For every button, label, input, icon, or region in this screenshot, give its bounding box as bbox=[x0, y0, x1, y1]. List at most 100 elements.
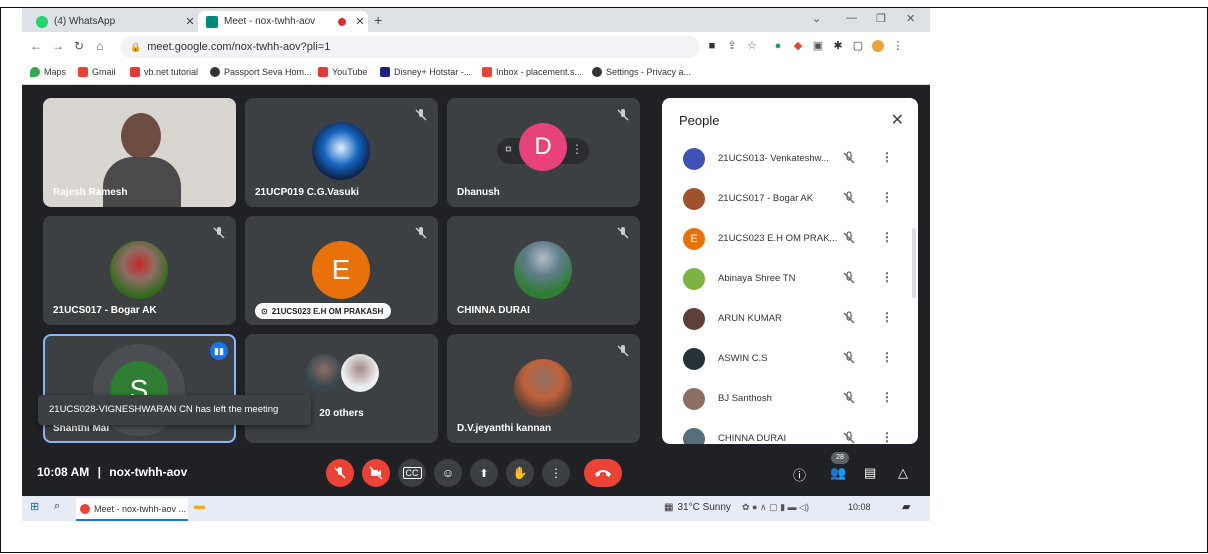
camera-toggle-button[interactable] bbox=[362, 459, 390, 487]
avatar bbox=[683, 308, 705, 330]
mic-toggle-button[interactable] bbox=[326, 459, 354, 487]
more-options-icon[interactable]: ⋮ bbox=[881, 390, 893, 404]
bookmark-star-icon[interactable]: ☆ bbox=[746, 40, 758, 52]
bookmarks-bar: Maps Gmail vb.net tutorial Passport Seva… bbox=[22, 62, 930, 85]
taskbar-chrome-app[interactable]: Meet - nox-twhh-aov ... bbox=[76, 498, 188, 521]
share-icon[interactable]: ⇪ bbox=[726, 40, 738, 52]
people-list-item[interactable]: BJ Santhosh ⋮ bbox=[662, 380, 918, 420]
people-list-item[interactable]: ASWIN C.S ⋮ bbox=[662, 340, 918, 380]
weather-widget[interactable]: ▦ 31°C Sunny bbox=[664, 502, 731, 513]
activities-icon[interactable]: △ bbox=[898, 465, 908, 481]
profile-avatar[interactable] bbox=[872, 40, 884, 52]
extension-icon[interactable]: ◆ bbox=[792, 40, 804, 52]
people-list-item[interactable]: 21UCS017 - Bogar AK ⋮ bbox=[662, 180, 918, 220]
more-options-icon[interactable]: ⋮ bbox=[881, 190, 893, 204]
menu-icon[interactable]: ⋮ bbox=[892, 40, 904, 52]
extensions-puzzle-icon[interactable]: ✱ bbox=[832, 40, 844, 52]
system-tray-icons[interactable]: ✿ ● ∧ ▢ ▮ ▬ ◁) bbox=[742, 502, 809, 513]
recording-dot-icon bbox=[338, 17, 346, 26]
participant-name: 21UCS013- Venkateshw... bbox=[718, 153, 829, 164]
participant-tile[interactable]: 21UCS017 - Bogar AK bbox=[43, 216, 236, 325]
bookmark-gmail[interactable]: Gmail bbox=[78, 67, 116, 77]
file-explorer-icon[interactable]: ▬ bbox=[194, 500, 205, 512]
home-icon[interactable]: ⌂ bbox=[96, 39, 103, 53]
participant-tile[interactable]: 21UCP019 C.G.Vasuki bbox=[245, 98, 438, 207]
left-meeting-notification: 21UCS028-VIGNESHWARAN CN has left the me… bbox=[38, 395, 311, 425]
extension-icon[interactable]: ▣ bbox=[812, 40, 824, 52]
globe-icon bbox=[210, 67, 220, 77]
participant-tile[interactable]: E ⊙ 21UCS023 E.H OM PRAKASH bbox=[245, 216, 438, 325]
url-field[interactable]: 🔒 meet.google.com/nox-twhh-aov?pli=1 bbox=[120, 36, 700, 58]
participant-tile[interactable]: ¤ ⋮ D Dhanush bbox=[447, 98, 640, 207]
participant-count-badge: 28 bbox=[831, 452, 849, 464]
sidepanel-icon[interactable]: ▢ bbox=[852, 40, 864, 52]
others-tile[interactable]: 20 others bbox=[245, 334, 438, 443]
bookmark-passport[interactable]: Passport Seva Hom... bbox=[210, 67, 312, 77]
mic-off-icon bbox=[415, 109, 427, 121]
chat-icon[interactable]: ▤ bbox=[864, 465, 876, 481]
meeting-details-icon[interactable]: ⓘ bbox=[793, 465, 806, 484]
avatar bbox=[683, 268, 705, 290]
camera-indicator-icon[interactable]: ■ bbox=[706, 40, 718, 52]
bookmark-inbox[interactable]: Inbox - placement.s... bbox=[482, 67, 582, 77]
emoji-reaction-button[interactable]: ☺ bbox=[434, 459, 462, 487]
bookmark-hotstar[interactable]: Disney+ Hotstar -... bbox=[380, 67, 471, 77]
gear-icon bbox=[592, 67, 602, 77]
tab-whatsapp[interactable]: (4) WhatsApp ✕ bbox=[28, 11, 198, 32]
people-list-item[interactable]: E 21UCS023 E.H OM PRAK... ⋮ bbox=[662, 220, 918, 260]
restore-button[interactable]: ❐ bbox=[876, 12, 886, 25]
people-list-item[interactable]: Abinaya Shree TN ⋮ bbox=[662, 260, 918, 300]
close-window-button[interactable]: ✕ bbox=[906, 12, 915, 25]
minimize-button[interactable]: — bbox=[846, 12, 857, 24]
captions-button[interactable]: CC bbox=[398, 459, 426, 487]
more-options-icon[interactable]: ⋮ bbox=[881, 350, 893, 364]
participant-tile[interactable]: D.V.jeyanthi kannan bbox=[447, 334, 640, 443]
bookmark-settings[interactable]: Settings - Privacy a... bbox=[592, 67, 691, 77]
new-tab-button[interactable]: + bbox=[374, 12, 382, 28]
participant-tile[interactable]: Rajesh Ramesh bbox=[43, 98, 236, 207]
close-panel-button[interactable]: ✕ bbox=[891, 110, 904, 130]
participant-tile[interactable]: CHINNA DURAI bbox=[447, 216, 640, 325]
more-options-icon[interactable]: ⋮ bbox=[881, 430, 893, 444]
bookmark-maps[interactable]: Maps bbox=[30, 67, 66, 77]
participant-name: CHINNA DURAI bbox=[718, 433, 787, 444]
hang-up-icon bbox=[595, 470, 611, 477]
more-options-icon[interactable]: ⋮ bbox=[881, 230, 893, 244]
participant-tile-speaking[interactable]: ▮▮ S Shanthi Mai bbox=[43, 334, 236, 443]
people-list-item[interactable]: ARUN KUMAR ⋮ bbox=[662, 300, 918, 340]
participant-name: Rajesh Ramesh bbox=[53, 187, 128, 198]
people-list-item[interactable]: CHINNA DURAI ⋮ bbox=[662, 420, 918, 444]
bookmark-vbnet[interactable]: vb.net tutorial bbox=[130, 67, 198, 77]
participant-name: Abinaya Shree TN bbox=[718, 273, 796, 284]
more-options-icon[interactable]: ⋮ bbox=[881, 270, 893, 284]
raise-hand-button[interactable]: ✋ bbox=[506, 459, 534, 487]
present-icon: ⬆ bbox=[479, 467, 489, 480]
notification-icon[interactable]: ▰ bbox=[902, 500, 910, 513]
frame-left-border bbox=[0, 7, 1, 553]
more-options-icon[interactable]: ⋮ bbox=[881, 150, 893, 164]
close-tab-icon[interactable]: ✕ bbox=[352, 15, 368, 28]
reload-icon[interactable]: ↻ bbox=[74, 39, 84, 53]
people-icon[interactable]: 👥 bbox=[830, 465, 846, 481]
more-options-icon[interactable]: ⋮ bbox=[571, 142, 583, 156]
avatar bbox=[683, 188, 705, 210]
back-icon[interactable]: ← bbox=[30, 39, 42, 53]
forward-icon[interactable]: → bbox=[52, 39, 64, 53]
tab-search-icon[interactable]: ⌄ bbox=[812, 12, 821, 25]
more-options-button[interactable]: ⋮ bbox=[542, 459, 570, 487]
present-button[interactable]: ⬆ bbox=[470, 459, 498, 487]
more-options-icon[interactable]: ⋮ bbox=[881, 310, 893, 324]
tab-meet[interactable]: Meet - nox-twhh-aov ✕ bbox=[198, 11, 368, 32]
close-tab-icon[interactable]: ✕ bbox=[182, 15, 198, 28]
people-list-item[interactable]: 21UCS013- Venkateshw... ⋮ bbox=[662, 140, 918, 180]
leave-call-button[interactable] bbox=[584, 459, 622, 487]
pin-icon[interactable]: ¤ bbox=[505, 142, 512, 156]
windows-start-icon[interactable]: ⊞ bbox=[30, 500, 39, 513]
participant-name: 21UCS023 E.H OM PRAKASH bbox=[271, 306, 384, 316]
extension-icon[interactable]: ● bbox=[772, 40, 784, 52]
meeting-time-code: 10:08 AM | nox-twhh-aov bbox=[37, 465, 187, 479]
browser-tab-bar: (4) WhatsApp ✕ Meet - nox-twhh-aov ✕ + ⌄… bbox=[22, 8, 930, 32]
search-icon[interactable]: ⌕ bbox=[54, 500, 60, 513]
chrome-icon bbox=[80, 503, 90, 514]
bookmark-youtube[interactable]: YouTube bbox=[318, 67, 367, 77]
